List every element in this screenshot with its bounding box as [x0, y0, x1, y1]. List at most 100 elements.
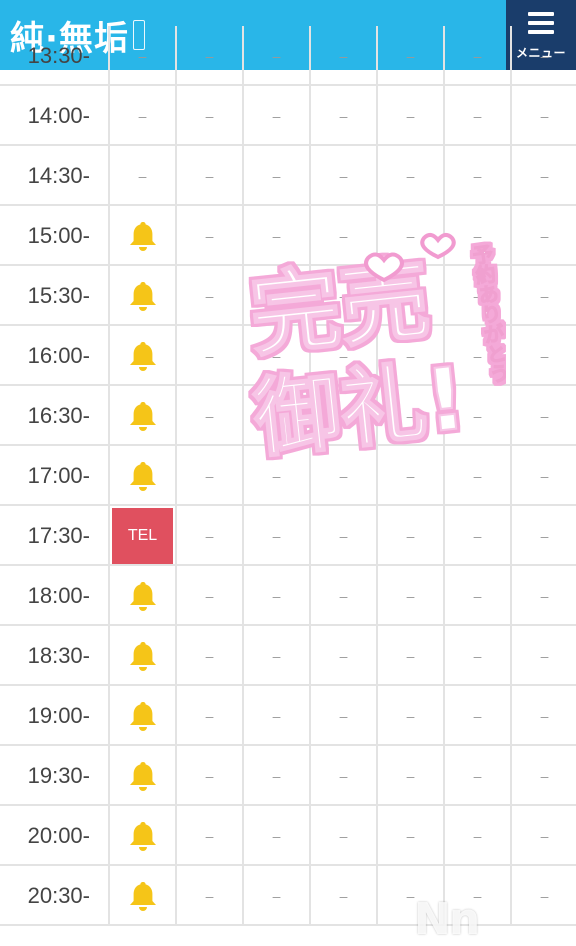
slot-unavailable: – [244, 206, 311, 266]
schedule-row: 14:30- – – – – – – – [0, 146, 576, 206]
schedule-row: 16:30- – – – – – – [0, 386, 576, 446]
slot-unavailable: – [177, 626, 244, 686]
slot-unavailable: – [311, 686, 378, 746]
slot-unavailable: – [512, 806, 576, 866]
slot-unavailable: – [512, 26, 576, 86]
schedule-row: 20:00- – – – – – – [0, 806, 576, 866]
slot-unavailable: – [177, 266, 244, 326]
time-label: 13:30- [0, 26, 110, 86]
slot-unavailable: – [512, 206, 576, 266]
slot-unavailable: – [244, 746, 311, 806]
bell-icon[interactable] [110, 866, 177, 926]
slot-unavailable: – [177, 686, 244, 746]
slot-unavailable: – [445, 146, 512, 206]
slot-unavailable: – [177, 446, 244, 506]
slot-unavailable: – [177, 746, 244, 806]
time-label: 19:30- [0, 746, 110, 806]
slot-unavailable: – [378, 26, 445, 86]
slot-unavailable: – [110, 86, 177, 146]
time-label: 15:30- [0, 266, 110, 326]
slot-unavailable: – [445, 386, 512, 446]
schedule-row: 19:00- – – – – – – [0, 686, 576, 746]
time-label: 15:00- [0, 206, 110, 266]
slot-unavailable: – [244, 446, 311, 506]
slot-unavailable: – [378, 626, 445, 686]
slot-unavailable: – [445, 86, 512, 146]
slot-unavailable: – [311, 206, 378, 266]
slot-unavailable: – [512, 626, 576, 686]
slot-unavailable: – [244, 146, 311, 206]
slot-unavailable: – [378, 146, 445, 206]
time-label: 20:00- [0, 806, 110, 866]
slot-unavailable: – [378, 326, 445, 386]
slot-unavailable: – [244, 326, 311, 386]
slot-unavailable: – [311, 626, 378, 686]
slot-unavailable: – [311, 866, 378, 926]
slot-unavailable: – [445, 326, 512, 386]
slot-unavailable: – [244, 86, 311, 146]
slot-unavailable: – [378, 746, 445, 806]
slot-unavailable: – [177, 146, 244, 206]
bell-icon[interactable] [110, 746, 177, 806]
slot-unavailable: – [445, 446, 512, 506]
schedule-row: 15:30- – – – – – – [0, 266, 576, 326]
schedule-row: 17:00- – – – – – – [0, 446, 576, 506]
slot-unavailable: – [311, 86, 378, 146]
slot-unavailable: – [512, 146, 576, 206]
slot-unavailable: – [445, 626, 512, 686]
slot-unavailable: – [445, 746, 512, 806]
slot-unavailable: – [445, 806, 512, 866]
slot-unavailable: – [512, 86, 576, 146]
bell-icon[interactable] [110, 386, 177, 446]
schedule-row: 14:00- – – – – – – – [0, 86, 576, 146]
tel-button[interactable]: TEL [110, 506, 177, 566]
slot-unavailable: – [445, 206, 512, 266]
time-label: 18:00- [0, 566, 110, 626]
bell-icon[interactable] [110, 686, 177, 746]
slot-unavailable: – [244, 386, 311, 446]
time-label: 18:30- [0, 626, 110, 686]
time-label: 17:30- [0, 506, 110, 566]
slot-unavailable: – [244, 686, 311, 746]
bell-icon[interactable] [110, 206, 177, 266]
slot-unavailable: – [445, 26, 512, 86]
slot-unavailable: – [311, 746, 378, 806]
time-label: 17:00- [0, 446, 110, 506]
schedule-row: 13:30- – – – – – – – [0, 26, 576, 86]
slot-unavailable: – [311, 806, 378, 866]
schedule-row: 18:00- – – – – – – [0, 566, 576, 626]
slot-unavailable: – [311, 326, 378, 386]
slot-unavailable: – [177, 86, 244, 146]
time-label: 14:00- [0, 86, 110, 146]
slot-unavailable: – [311, 566, 378, 626]
slot-unavailable: – [244, 26, 311, 86]
schedule-row: 16:00- – – – – – – [0, 326, 576, 386]
slot-unavailable: – [244, 626, 311, 686]
slot-unavailable: – [512, 566, 576, 626]
bell-icon[interactable] [110, 326, 177, 386]
slot-unavailable: – [445, 566, 512, 626]
slot-unavailable: – [378, 266, 445, 326]
slot-unavailable: – [311, 266, 378, 326]
slot-unavailable: – [177, 866, 244, 926]
bell-icon[interactable] [110, 626, 177, 686]
slot-unavailable: – [445, 506, 512, 566]
slot-unavailable: – [110, 26, 177, 86]
slot-unavailable: – [512, 386, 576, 446]
watermark-logo: Nn [414, 894, 480, 945]
bell-icon[interactable] [110, 266, 177, 326]
slot-unavailable: – [311, 506, 378, 566]
slot-unavailable: – [177, 386, 244, 446]
slot-unavailable: – [177, 206, 244, 266]
slot-unavailable: – [177, 506, 244, 566]
slot-unavailable: – [378, 566, 445, 626]
bell-icon[interactable] [110, 806, 177, 866]
slot-unavailable: – [378, 206, 445, 266]
schedule-row: 19:30- – – – – – – [0, 746, 576, 806]
bell-icon[interactable] [110, 446, 177, 506]
schedule-row: 17:30- TEL – – – – – – [0, 506, 576, 566]
bell-icon[interactable] [110, 566, 177, 626]
schedule-row: 18:30- – – – – – – [0, 626, 576, 686]
schedule-row: 15:00- – – – – – – [0, 206, 576, 266]
slot-unavailable: – [177, 326, 244, 386]
